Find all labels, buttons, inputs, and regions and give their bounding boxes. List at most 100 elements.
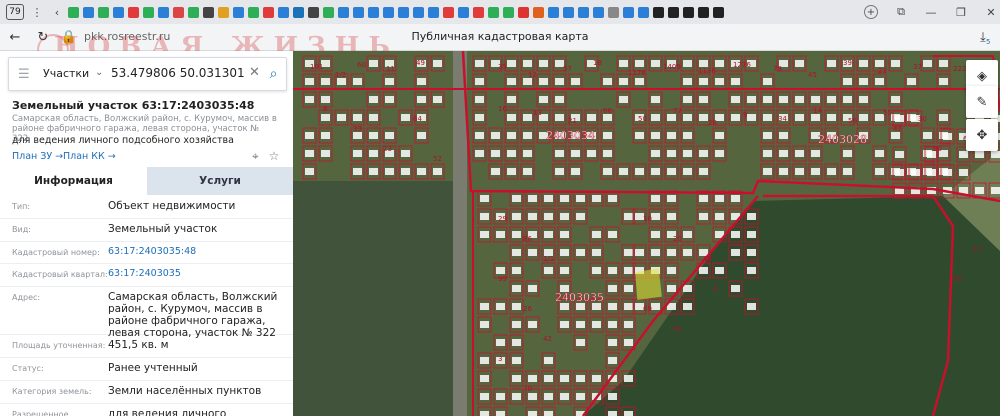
zoom-to-parcel-icon[interactable]: ⌖ [252, 149, 259, 163]
tab-favicon-icon[interactable] [398, 6, 409, 18]
tab-favicon-icon[interactable] [713, 6, 724, 18]
restore-window-icon[interactable]: ❐ [954, 5, 968, 19]
tab-favicon-icon[interactable] [383, 6, 394, 18]
tab-menu-icon[interactable]: ⋮ [30, 5, 44, 19]
tab-information[interactable]: Информация [0, 167, 147, 195]
parcel-label-bg [417, 132, 426, 139]
parcel-label-bg [560, 375, 569, 382]
tab-favicon-icon[interactable] [593, 6, 604, 18]
parcel-title: Земельный участок 63:17:2403035:48 [12, 99, 255, 112]
search-bar[interactable]: ☰ Участки ⌄ 53.479806 50.031301 ✕ ⌕ [8, 57, 287, 91]
tab-favicon-icon[interactable] [158, 6, 169, 18]
tab-favicon-icon[interactable] [368, 6, 379, 18]
back-arrow-icon[interactable]: ← [6, 28, 24, 46]
search-category-select[interactable]: Участки [43, 67, 89, 80]
tab-favicon-icon[interactable] [413, 6, 424, 18]
parcel-number: 41 [673, 325, 682, 333]
tab-favicon-icon[interactable] [218, 6, 229, 18]
tab-favicon-icon[interactable] [248, 6, 259, 18]
tab-favicon-icon[interactable] [698, 6, 709, 18]
tab-favicon-icon[interactable] [653, 6, 664, 18]
tab-favicon-icon[interactable] [263, 6, 274, 18]
tab-favicon-icon[interactable] [608, 6, 619, 18]
lock-icon[interactable]: 🔒 [60, 28, 78, 46]
tab-favicon-icon[interactable] [473, 6, 484, 18]
parcel-label-bg [592, 267, 601, 274]
tab-favicon-icon[interactable] [623, 6, 634, 18]
tab-favicon-icon[interactable] [668, 6, 679, 18]
plan-kk-link[interactable]: План КК → [63, 151, 116, 162]
cadastral-map[interactable]: 2403034 2403028 2403035 101 1/2 60 11 49 35 12 57 1… [293, 51, 1000, 416]
tab-favicon-icon[interactable] [323, 6, 334, 18]
tab-favicon-icon[interactable] [338, 6, 349, 18]
parcel-label-bg [321, 78, 330, 85]
search-icon[interactable]: ⌕ [261, 58, 286, 90]
tab-favicon-icon[interactable] [518, 6, 529, 18]
tab-favicon-icon[interactable] [308, 6, 319, 18]
tab-services[interactable]: Услуги [147, 167, 293, 195]
parcel-label-bg [795, 96, 804, 103]
map-canvas[interactable]: 2403034 240302824030351011/260 1149 3512571… [293, 51, 1000, 416]
hamburger-menu-icon[interactable]: ☰ [18, 67, 30, 82]
parcel-label-bg [923, 60, 932, 67]
url-text[interactable]: pkk.rosreestr.ru [84, 30, 170, 43]
parcel-number: 21 [568, 117, 577, 125]
quarter-label: 2403035 [555, 291, 604, 304]
tab-collections-icon[interactable]: ⧉ [894, 5, 908, 19]
parcel-label-bg [747, 249, 756, 256]
info-row: Категория земель: Земли населённых пункто… [0, 380, 293, 404]
favorite-star-icon[interactable]: ☆ [269, 149, 280, 163]
tab-favicon-icon[interactable] [188, 6, 199, 18]
parcel-label-bg [667, 195, 676, 202]
tab-favicon-icon[interactable] [68, 6, 79, 18]
tab-favicon-icon[interactable] [428, 6, 439, 18]
minimize-icon[interactable]: — [924, 5, 938, 19]
tab-favicon-icon[interactable] [638, 6, 649, 18]
parcel-number: 77 [673, 107, 682, 115]
parcel-label-bg [571, 168, 580, 175]
reload-icon[interactable]: ↻ [34, 28, 52, 46]
tab-favicon-icon[interactable] [143, 6, 154, 18]
tab-favicon-icon[interactable] [293, 6, 304, 18]
parcel-label-bg [699, 60, 708, 67]
parcel-label-bg [939, 60, 948, 67]
parcel-label-bg [592, 195, 601, 202]
info-row-value[interactable]: 63:17:2403035 [108, 268, 288, 280]
tab-favicon-icon[interactable] [98, 6, 109, 18]
info-row-value[interactable]: 63:17:2403035:48 [108, 246, 288, 258]
tab-favicon-icon[interactable] [128, 6, 139, 18]
tab-favicon-icon[interactable] [443, 6, 454, 18]
tab-favicon-icon[interactable] [683, 6, 694, 18]
tab-favicon-icon[interactable] [488, 6, 499, 18]
tab-favicon-icon[interactable] [548, 6, 559, 18]
new-tab-icon[interactable]: + [864, 5, 878, 19]
tab-favicon-icon[interactable] [113, 6, 124, 18]
pinned-tab-favicons[interactable] [64, 6, 724, 18]
parcel-label-bg [539, 60, 548, 67]
parcel-label-bg [576, 339, 585, 346]
tab-favicon-icon[interactable] [503, 6, 514, 18]
tab-favicon-icon[interactable] [233, 6, 244, 18]
clear-icon[interactable]: ✕ [249, 65, 260, 80]
close-window-icon[interactable]: ✕ [984, 5, 998, 19]
info-panel: ☰ Участки ⌄ 53.479806 50.031301 ✕ ⌕ Земе… [0, 51, 293, 416]
tab-favicon-icon[interactable] [533, 6, 544, 18]
parcel-label-bg [859, 78, 868, 85]
tab-favicon-icon[interactable] [578, 6, 589, 18]
tabs-back-icon[interactable]: ‹ [50, 5, 64, 19]
info-row: Вид: Земельный участок [0, 218, 293, 242]
tab-favicon-icon[interactable] [563, 6, 574, 18]
tab-favicon-icon[interactable] [83, 6, 94, 18]
tab-favicon-icon[interactable] [353, 6, 364, 18]
tab-favicon-icon[interactable] [458, 6, 469, 18]
chevron-down-icon[interactable]: ⌄ [95, 67, 103, 78]
measure-button[interactable]: ✎ [966, 86, 998, 118]
search-input[interactable]: 53.479806 50.031301 [111, 66, 245, 80]
parcel-label-bg [608, 339, 617, 346]
tab-favicon-icon[interactable] [203, 6, 214, 18]
tab-favicon-icon[interactable] [173, 6, 184, 18]
tab-favicon-icon[interactable] [278, 6, 289, 18]
locate-button[interactable]: ✥ [966, 119, 998, 151]
plan-zu-link[interactable]: План ЗУ → [12, 151, 63, 162]
tab-count-button[interactable]: 79 [6, 4, 24, 20]
